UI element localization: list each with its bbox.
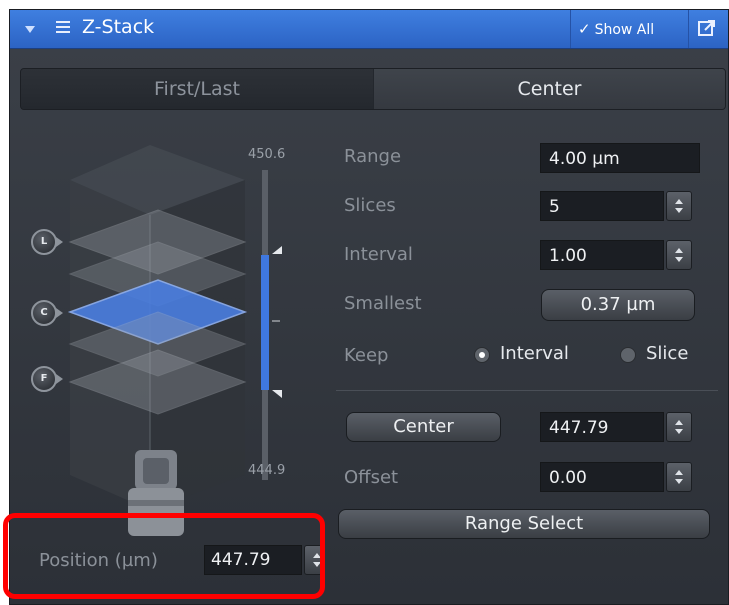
tab-first-last[interactable]: First/Last — [21, 69, 373, 109]
interval-label: Interval — [344, 244, 413, 265]
collapse-arrow-icon[interactable] — [25, 26, 35, 33]
center-button[interactable]: Center — [346, 412, 501, 442]
range-label: Range — [344, 146, 402, 167]
tab-center[interactable]: Center — [374, 69, 725, 109]
slices-input[interactable]: 5 — [540, 191, 664, 221]
offset-input[interactable]: 0.00 — [540, 462, 664, 492]
show-all-toggle[interactable]: ✓ Show All — [578, 16, 686, 42]
keep-label: Keep — [344, 345, 389, 366]
popout-icon[interactable] — [698, 19, 716, 37]
scale-top-value: 450.6 — [248, 147, 286, 162]
scale-bottom-handle — [272, 390, 282, 398]
smallest-label: Smallest — [344, 293, 422, 314]
smallest-button[interactable]: 0.37 µm — [541, 289, 695, 321]
highlight-box — [3, 513, 325, 599]
checkmark-icon: ✓ — [578, 20, 591, 38]
panel-titlebar: Z-Stack ✓ Show All — [10, 10, 728, 49]
form-divider — [336, 390, 718, 391]
center-input[interactable]: 447.79 — [540, 412, 664, 442]
offset-stepper[interactable] — [666, 462, 692, 492]
menu-icon[interactable] — [56, 21, 70, 35]
scale-bottom-value: 444.9 — [248, 463, 286, 478]
keep-interval-label[interactable]: Interval — [500, 343, 569, 364]
center-stepper[interactable] — [666, 412, 692, 442]
marker-center-button[interactable]: C — [31, 300, 63, 326]
slices-label: Slices — [344, 195, 396, 216]
keep-slice-radio[interactable] — [620, 347, 636, 363]
show-all-label: Show All — [594, 22, 655, 38]
titlebar-divider-2 — [688, 10, 689, 48]
keep-slice-label[interactable]: Slice — [646, 343, 688, 364]
range-select-button[interactable]: Range Select — [338, 509, 710, 539]
interval-input[interactable]: 1.00 — [540, 240, 664, 270]
mode-tabs: First/Last Center — [20, 68, 726, 110]
interval-stepper[interactable] — [666, 240, 692, 270]
offset-label: Offset — [344, 467, 399, 488]
range-value: 4.00 µm — [540, 143, 700, 173]
marker-last-button[interactable]: L — [31, 229, 63, 255]
keep-interval-radio[interactable] — [474, 347, 490, 363]
panel-title: Z-Stack — [82, 16, 155, 38]
slices-stepper[interactable] — [666, 191, 692, 221]
scale-top-handle — [272, 246, 282, 254]
marker-first-button[interactable]: F — [31, 366, 63, 392]
titlebar-divider — [570, 10, 571, 48]
